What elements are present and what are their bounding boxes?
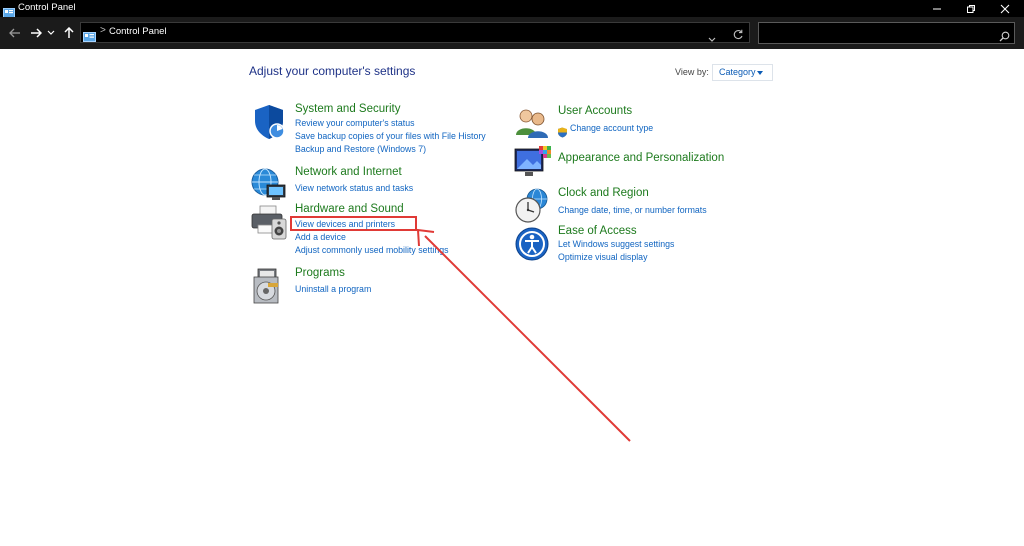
annotation-arrow — [416, 228, 631, 442]
